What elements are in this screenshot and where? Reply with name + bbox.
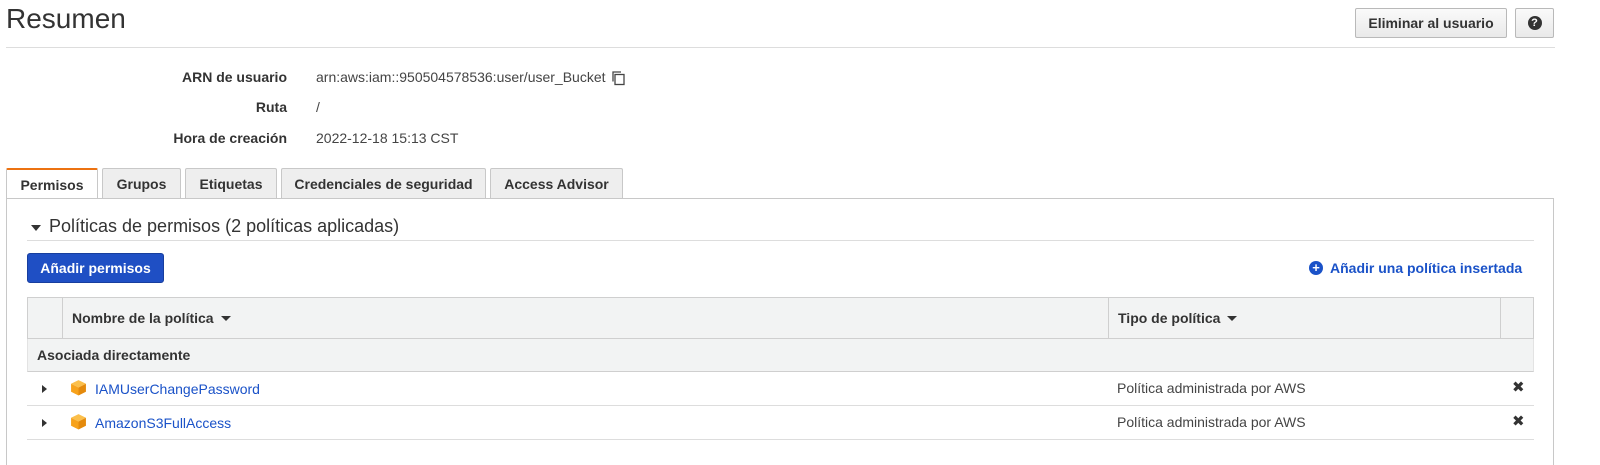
arn-value: arn:aws:iam::950504578536:user/user_Buck… [316,69,606,85]
table-row: IAMUserChangePassword Política administr… [27,372,1534,406]
path-row: Ruta / [0,99,700,119]
remove-icon[interactable]: ✖ [1512,378,1525,396]
column-header-label: Tipo de política [1118,310,1221,326]
tab-etiquetas[interactable]: Etiquetas [185,168,277,199]
iam-user-summary-page: Resumen Eliminar al usuario ? ARN de usu… [0,0,1600,465]
group-label: Asociada directamente [37,347,191,363]
tab-grupos[interactable]: Grupos [102,168,181,199]
column-header-policy-type[interactable]: Tipo de política [1118,298,1238,338]
column-header-policy-name[interactable]: Nombre de la política [72,298,231,338]
creation-time-row: Hora de creación 2022-12-18 15:13 CST [0,130,700,150]
expand-caret-icon[interactable] [42,419,47,427]
sort-caret-icon [220,315,231,321]
remove-icon[interactable]: ✖ [1512,412,1525,430]
plus-circle-icon: + [1309,261,1323,275]
arn-row: ARN de usuario arn:aws:iam::950504578536… [0,69,700,89]
arn-label: ARN de usuario [181,69,287,85]
tab-access-advisor[interactable]: Access Advisor [490,168,623,199]
copy-icon[interactable] [610,70,626,86]
tab-permisos[interactable]: Permisos [6,168,98,200]
page-title: Resumen [6,3,126,34]
permissions-panel: Políticas de permisos (2 políticas aplic… [6,198,1554,465]
column-divider [1108,298,1109,338]
collapse-caret-icon [31,225,41,231]
permissions-section-header[interactable]: Políticas de permisos (2 políticas aplic… [27,215,1534,241]
cube-icon [71,414,86,430]
add-inline-policy-label: Añadir una política insertada [1330,260,1523,276]
policy-name-link[interactable]: IAMUserChangePassword [95,381,260,397]
policy-type: Política administrada por AWS [1117,380,1306,396]
column-divider [1500,298,1501,338]
tab-credenciales[interactable]: Credenciales de seguridad [281,168,486,199]
policy-type: Política administrada por AWS [1117,414,1306,430]
path-value: / [316,99,320,115]
creation-time-label: Hora de creación [173,130,287,146]
header-divider [6,47,1555,48]
column-divider [62,298,63,338]
policies-table: Nombre de la política Tipo de política A… [27,297,1534,440]
help-button[interactable]: ? [1515,8,1554,38]
help-icon: ? [1527,16,1542,30]
add-permissions-button[interactable]: Añadir permisos [27,253,164,283]
sort-caret-icon [1227,315,1238,321]
table-header: Nombre de la política Tipo de política [27,297,1534,339]
add-inline-policy-link[interactable]: + Añadir una política insertada [1309,259,1522,277]
policy-name-link[interactable]: AmazonS3FullAccess [95,415,231,431]
section-title: Políticas de permisos (2 políticas aplic… [49,216,400,236]
cube-icon [71,380,86,396]
table-row: AmazonS3FullAccess Política administrada… [27,406,1534,440]
column-header-label: Nombre de la política [72,310,214,326]
path-label: Ruta [255,99,287,115]
group-row: Asociada directamente [27,339,1534,372]
delete-user-button[interactable]: Eliminar al usuario [1355,8,1507,38]
creation-time-value: 2022-12-18 15:13 CST [316,130,459,146]
expand-caret-icon[interactable] [42,385,47,393]
